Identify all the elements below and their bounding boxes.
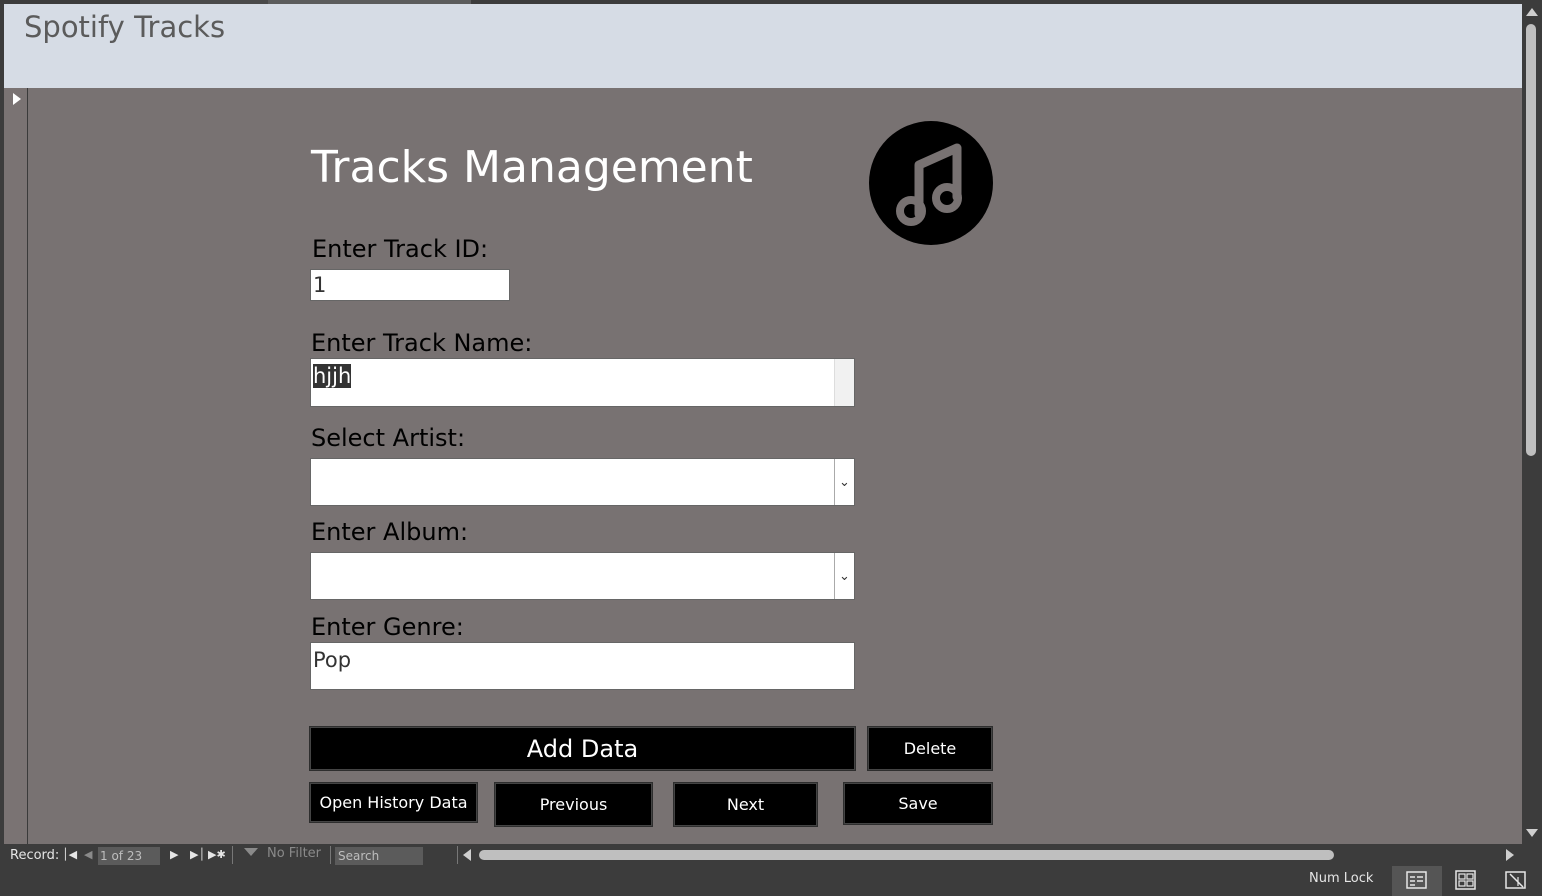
scroll-left-arrow-icon[interactable] bbox=[463, 849, 471, 861]
track-id-label: Enter Track ID: bbox=[312, 235, 489, 263]
record-label: Record: bbox=[10, 848, 60, 863]
artist-label: Select Artist: bbox=[311, 424, 466, 452]
previous-record-icon[interactable]: ◀ bbox=[84, 848, 92, 861]
no-filter-toggle[interactable]: No Filter bbox=[242, 846, 321, 861]
form-header bbox=[4, 4, 1522, 88]
track-name-value: hjjh bbox=[313, 364, 352, 388]
track-id-input[interactable]: 1 bbox=[310, 269, 510, 301]
horizontal-scroll-thumb[interactable] bbox=[479, 850, 1334, 860]
track-name-scrollbar[interactable] bbox=[834, 359, 854, 406]
record-position-input[interactable]: 1 of 23 bbox=[98, 847, 160, 865]
page-title: Tracks Management bbox=[311, 142, 753, 193]
scroll-up-arrow-icon[interactable] bbox=[1526, 8, 1538, 16]
genre-input[interactable]: Pop bbox=[310, 642, 855, 690]
previous-button[interactable]: Previous bbox=[495, 783, 652, 826]
record-selector[interactable] bbox=[4, 88, 28, 844]
layout-view-icon[interactable] bbox=[1454, 869, 1478, 891]
last-record-icon[interactable]: ▶│ bbox=[190, 848, 205, 861]
next-button[interactable]: Next bbox=[674, 783, 817, 826]
first-record-icon[interactable]: │◀ bbox=[62, 848, 77, 861]
scroll-right-arrow-icon[interactable] bbox=[1506, 849, 1514, 861]
search-input[interactable]: Search bbox=[335, 847, 423, 865]
nav-separator bbox=[457, 846, 458, 864]
nav-separator bbox=[232, 846, 233, 864]
genre-label: Enter Genre: bbox=[311, 613, 464, 641]
design-view-icon[interactable] bbox=[1504, 869, 1528, 891]
num-lock-indicator: Num Lock bbox=[1309, 871, 1374, 886]
music-note-icon bbox=[869, 121, 993, 245]
save-button[interactable]: Save bbox=[844, 783, 992, 824]
track-name-label: Enter Track Name: bbox=[311, 329, 533, 357]
artist-combobox[interactable]: ⌄ bbox=[310, 458, 855, 506]
form-view-icon[interactable] bbox=[1405, 869, 1429, 891]
track-name-input[interactable]: hjjh bbox=[310, 358, 855, 407]
scroll-down-arrow-icon[interactable] bbox=[1526, 829, 1538, 837]
vertical-scroll-thumb[interactable] bbox=[1526, 24, 1536, 456]
delete-button[interactable]: Delete bbox=[868, 727, 992, 770]
album-combobox[interactable]: ⌄ bbox=[310, 552, 855, 600]
current-record-arrow-icon bbox=[13, 93, 21, 105]
next-record-icon[interactable]: ▶ bbox=[170, 848, 178, 861]
nav-separator bbox=[330, 846, 331, 864]
chevron-down-icon[interactable]: ⌄ bbox=[834, 553, 854, 599]
chevron-down-icon[interactable]: ⌄ bbox=[834, 459, 854, 505]
open-history-data-button[interactable]: Open History Data bbox=[310, 783, 477, 822]
genre-value: Pop bbox=[313, 648, 352, 672]
no-filter-label: No Filter bbox=[267, 846, 322, 861]
new-record-icon[interactable]: ▶✱ bbox=[208, 848, 226, 861]
form-title: Spotify Tracks bbox=[24, 10, 226, 44]
track-id-value: 1 bbox=[313, 273, 327, 297]
album-label: Enter Album: bbox=[311, 518, 469, 546]
add-data-button[interactable]: Add Data bbox=[310, 727, 855, 770]
